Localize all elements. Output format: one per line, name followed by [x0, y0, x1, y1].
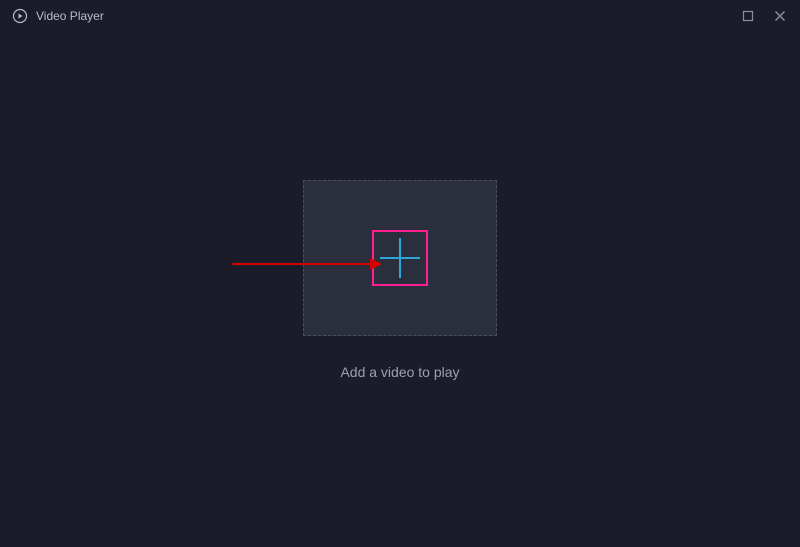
titlebar-left: Video Player	[12, 8, 104, 24]
app-title: Video Player	[36, 9, 104, 23]
add-video-label: Add a video to play	[340, 364, 459, 380]
close-button[interactable]	[772, 8, 788, 24]
maximize-button[interactable]	[740, 8, 756, 24]
play-circle-icon	[12, 8, 28, 24]
titlebar: Video Player	[0, 0, 800, 32]
video-dropzone[interactable]	[303, 180, 497, 336]
plus-icon	[380, 238, 420, 278]
window-controls	[740, 8, 788, 24]
annotation-highlight-box	[372, 230, 428, 286]
main-area: Add a video to play	[0, 32, 800, 547]
